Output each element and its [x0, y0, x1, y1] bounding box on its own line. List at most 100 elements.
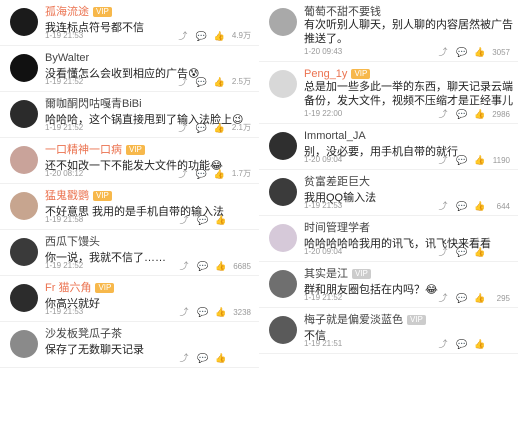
comment-item[interactable]: 孤海流途 VIP 我连标点符号都不信 1-19 21:53 ⤴ 💬 👍 4.9万 [0, 0, 259, 46]
comment-item[interactable]: Fr 猫六角 VIP 你高兴就好 1-19 21:53 ⤴ 💬 👍 3238 [0, 276, 259, 322]
username[interactable]: 孤海流途 VIP [45, 6, 112, 18]
like-icon[interactable]: 👍 [215, 261, 226, 271]
share-icon[interactable]: ⤴ [438, 47, 448, 57]
share-icon[interactable]: ⤴ [178, 31, 188, 41]
share-icon[interactable]: ⤴ [178, 77, 188, 87]
share-icon[interactable]: ⤴ [438, 155, 448, 165]
avatar[interactable] [10, 146, 38, 174]
comment-icon[interactable]: 💬 [456, 47, 467, 57]
comment-item[interactable]: 猛鬼戳鹦 VIP 不好意思 我用的是手机自带的输入法 1-19 21:58 ⤴ 💬 👍 [0, 184, 259, 230]
comment-item[interactable]: 西瓜下馒头 你一说，我就不信了…… 1-19 21:52 ⤴ 💬 👍 6685 [0, 230, 259, 276]
username[interactable]: Fr 猫六角 VIP [45, 282, 115, 294]
username[interactable]: 贫富差距巨大 [304, 176, 370, 188]
avatar-image [10, 284, 38, 312]
share-icon[interactable]: ⤴ [178, 169, 188, 179]
comment-icon[interactable]: 💬 [456, 201, 467, 211]
comment-item[interactable]: 葡萄不甜不要钱 有次听别人聊天，别人聊的内容居然被广告推送了。 1-20 09:43… [259, 0, 518, 62]
like-icon[interactable]: 👍 [214, 31, 225, 41]
comment-icon[interactable]: 💬 [456, 109, 467, 119]
comment-icon[interactable]: 💬 [456, 293, 467, 303]
username[interactable]: 一口精神一口病 VIP [45, 144, 145, 156]
timestamp: 1-20 09:04 [304, 155, 343, 164]
avatar[interactable] [269, 132, 297, 160]
share-icon[interactable]: ⤴ [179, 353, 189, 363]
username-text: 其实是江 [304, 268, 348, 280]
like-icon[interactable]: 👍 [474, 109, 485, 119]
comment-item[interactable]: ByWalter 没看懂怎么会收到相应的广告😰 1-19 21:52 ⤴ 💬 👍 2.5万 [0, 46, 259, 92]
username[interactable]: Peng_1y VIP [304, 68, 371, 80]
username[interactable]: 爾咖酮閃咕嘎青BiBi [45, 98, 142, 110]
avatar-image [10, 146, 38, 174]
share-icon[interactable]: ⤴ [178, 123, 188, 133]
timestamp: 1-19 21:51 [304, 339, 343, 348]
avatar[interactable] [269, 178, 297, 206]
like-icon[interactable]: 👍 [214, 169, 225, 179]
comment-item[interactable]: 贫富差距巨大 我用QQ输入法 1-19 21:53 ⤴ 💬 👍 644 [259, 170, 518, 216]
like-icon[interactable]: 👍 [474, 293, 485, 303]
share-icon[interactable]: ⤴ [438, 201, 448, 211]
like-icon[interactable]: 👍 [474, 247, 485, 257]
username-text: 猛鬼戳鹦 [45, 190, 89, 202]
comment-actions: ⤴ 💬 👍 644 [438, 201, 510, 211]
comment-icon[interactable]: 💬 [196, 123, 207, 133]
avatar[interactable] [269, 316, 297, 344]
avatar[interactable] [10, 54, 38, 82]
share-icon[interactable]: ⤴ [438, 293, 448, 303]
username[interactable]: 沙发板凳瓜子茶 [45, 328, 122, 340]
comment-actions: ⤴ 💬 👍 4.9万 [178, 30, 251, 41]
comment-actions: ⤴ 💬 👍 295 [438, 293, 510, 303]
username[interactable]: Immortal_JA [304, 130, 366, 142]
comment-icon[interactable]: 💬 [196, 77, 207, 87]
share-icon[interactable]: ⤴ [179, 215, 189, 225]
like-icon[interactable]: 👍 [474, 339, 485, 349]
avatar[interactable] [10, 100, 38, 128]
like-icon[interactable]: 👍 [474, 155, 485, 165]
like-icon[interactable]: 👍 [215, 307, 226, 317]
avatar[interactable] [10, 284, 38, 312]
comment-icon[interactable]: 💬 [197, 353, 208, 363]
comment-item[interactable]: Peng_1y VIP 总是加一些多此一举的东西，聊天记录云端备份，发大文件，视频不… [259, 62, 518, 124]
username[interactable]: ByWalter [45, 52, 89, 64]
comment-item[interactable]: 时间管理学者 哈哈哈哈哈我用的讯飞，讯飞快来看看 1-20 09:04 ⤴ 💬 👍 [259, 216, 518, 262]
avatar[interactable] [10, 330, 38, 358]
avatar[interactable] [10, 192, 38, 220]
share-icon[interactable]: ⤴ [438, 109, 448, 119]
like-icon[interactable]: 👍 [215, 215, 226, 225]
comment-icon[interactable]: 💬 [456, 339, 467, 349]
like-icon[interactable]: 👍 [474, 201, 485, 211]
username[interactable]: 时间管理学者 [304, 222, 370, 234]
comment-icon[interactable]: 💬 [197, 261, 208, 271]
comment-icon[interactable]: 💬 [196, 31, 207, 41]
comment-item[interactable]: Immortal_JA 别，没必要，用手机自带的就行 1-20 09:04 ⤴ 💬 👍 11… [259, 124, 518, 170]
username[interactable]: 梅子就是偏爱淡蓝色 VIP [304, 314, 426, 326]
timestamp: 1-19 21:52 [304, 293, 343, 302]
avatar[interactable] [269, 8, 297, 36]
comment-icon[interactable]: 💬 [197, 307, 208, 317]
comment-item[interactable]: 梅子就是偏爱淡蓝色 VIP 不信 1-19 21:51 ⤴ 💬 👍 [259, 308, 518, 354]
comment-icon[interactable]: 💬 [197, 215, 208, 225]
comment-item[interactable]: 其实是江 VIP 群和朋友圈包括在内吗？😂 1-19 21:52 ⤴ 💬 👍 295 [259, 262, 518, 308]
avatar[interactable] [269, 224, 297, 252]
comment-icon[interactable]: 💬 [196, 169, 207, 179]
like-icon[interactable]: 👍 [215, 353, 226, 363]
username[interactable]: 葡萄不甜不要钱 [304, 6, 381, 18]
username[interactable]: 西瓜下馒头 [45, 236, 100, 248]
share-icon[interactable]: ⤴ [438, 247, 448, 257]
comment-item[interactable]: 一口精神一口病 VIP 还不如改一下不能发大文件的功能😂 1-20 08:12 ⤴ 💬 👍 1… [0, 138, 259, 184]
username[interactable]: 其实是江 VIP [304, 268, 371, 280]
comment-icon[interactable]: 💬 [456, 247, 467, 257]
comment-item[interactable]: 沙发板凳瓜子茶 保存了无数聊天记录 ⤴ 💬 👍 [0, 322, 259, 368]
comment-icon[interactable]: 💬 [456, 155, 467, 165]
avatar[interactable] [10, 238, 38, 266]
comment-item[interactable]: 爾咖酮閃咕嘎青BiBi 哈哈哈，这个锅直接甩到了输入法脸上😉 1-19 21:52 ⤴… [0, 92, 259, 138]
avatar[interactable] [10, 8, 38, 36]
like-icon[interactable]: 👍 [214, 77, 225, 87]
share-icon[interactable]: ⤴ [438, 339, 448, 349]
share-icon[interactable]: ⤴ [179, 261, 189, 271]
share-icon[interactable]: ⤴ [179, 307, 189, 317]
like-icon[interactable]: 👍 [474, 47, 485, 57]
avatar[interactable] [269, 70, 297, 98]
like-icon[interactable]: 👍 [214, 123, 225, 133]
username[interactable]: 猛鬼戳鹦 VIP [45, 190, 112, 202]
avatar[interactable] [269, 270, 297, 298]
